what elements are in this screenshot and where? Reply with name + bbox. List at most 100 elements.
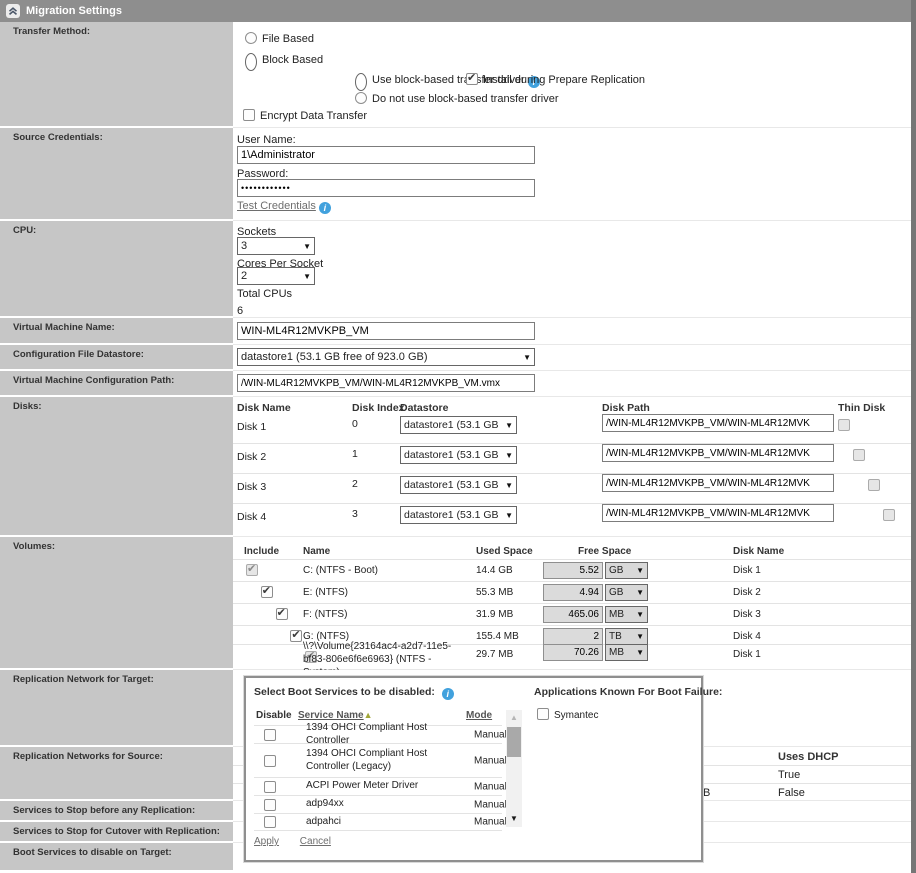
config-datastore-label: Configuration File Datastore: — [0, 345, 233, 371]
service-name: 1394 OHCI Compliant Host Controller (Leg… — [306, 748, 470, 773]
disk-datastore-select[interactable]: datastore1 (53.1 GB free of 923.0 GB)▼ — [400, 476, 517, 494]
use-driver-radio[interactable] — [355, 73, 367, 91]
free-space-input[interactable] — [543, 584, 603, 601]
disable-service-checkbox[interactable] — [264, 799, 276, 811]
migration-settings-panel: Migration Settings Transfer Method: File… — [0, 0, 916, 873]
popup-info-icon[interactable]: i — [442, 688, 454, 700]
block-based-radio[interactable] — [245, 53, 257, 71]
disks-label: Disks: — [0, 397, 233, 537]
cancel-link[interactable]: Cancel — [300, 836, 331, 847]
disk-index: 1 — [352, 448, 358, 460]
collapse-icon[interactable] — [6, 4, 20, 18]
free-space-input[interactable] — [543, 562, 603, 579]
uses-dhcp-value: True — [778, 769, 800, 781]
volume-disk: Disk 1 — [733, 565, 761, 576]
scrollbar-thumb[interactable] — [507, 727, 521, 757]
include-checkbox[interactable] — [261, 586, 273, 598]
disk-path-input[interactable] — [602, 444, 834, 462]
transfer-method-row: Transfer Method: File Based Block Based … — [0, 22, 911, 128]
include-checkbox[interactable] — [290, 630, 302, 642]
service-row: adpahci Manual — [254, 814, 502, 831]
file-based-radio[interactable] — [245, 32, 257, 44]
block-based-label[interactable]: Block Based — [262, 54, 323, 66]
panel-header: Migration Settings — [0, 0, 911, 22]
encrypt-label[interactable]: Encrypt Data Transfer — [260, 110, 367, 122]
source-credentials-row: Source Credentials: User Name: Password:… — [0, 128, 911, 221]
vm-name-input[interactable] — [237, 322, 535, 340]
no-driver-radio[interactable] — [355, 92, 367, 104]
test-credentials-link[interactable]: Test Credentials — [237, 200, 316, 212]
chevron-down-icon: ▼ — [636, 648, 644, 657]
chevron-down-icon: ▼ — [636, 632, 644, 641]
volume-disk: Disk 2 — [733, 587, 761, 598]
no-driver-label[interactable]: Do not use block-based transfer driver — [372, 93, 558, 105]
user-name-label: User Name: — [237, 134, 296, 146]
free-space-unit-select[interactable]: TB▼ — [605, 628, 648, 645]
config-datastore-row: Configuration File Datastore: datastore1… — [0, 345, 911, 371]
thin-disk-checkbox[interactable] — [868, 479, 880, 491]
install-prepare-checkbox[interactable] — [466, 73, 478, 85]
free-space-input[interactable] — [543, 628, 603, 645]
free-space-input[interactable] — [543, 606, 603, 623]
user-name-input[interactable] — [237, 146, 535, 164]
disks-row: Disks: Disk Name Disk Index Datastore Di… — [0, 397, 911, 537]
disks-header-datastore: Datastore — [400, 402, 448, 414]
volume-name: E: (NTFS) — [303, 587, 348, 598]
symantec-checkbox[interactable] — [537, 708, 549, 720]
volume-used: 29.7 MB — [476, 649, 513, 660]
free-space-unit-select[interactable]: MB▼ — [605, 644, 648, 661]
vm-config-path-input[interactable] — [237, 374, 535, 392]
disks-header-thin: Thin Disk — [838, 402, 885, 414]
volume-name: C: (NTFS - Boot) — [303, 565, 378, 576]
disable-service-checkbox[interactable] — [264, 816, 276, 828]
uses-dhcp-value: False — [778, 787, 805, 799]
encrypt-checkbox[interactable] — [243, 109, 255, 121]
disk-name: Disk 1 — [237, 421, 266, 433]
disable-service-checkbox[interactable] — [264, 729, 276, 741]
disable-service-checkbox[interactable] — [264, 781, 276, 793]
thin-disk-checkbox[interactable] — [838, 419, 850, 431]
thin-disk-checkbox[interactable] — [853, 449, 865, 461]
source-credentials-label: Source Credentials: — [0, 128, 233, 221]
symantec-label[interactable]: Symantec — [554, 710, 598, 721]
cores-select[interactable]: 2▼ — [237, 267, 315, 285]
disk-path-input[interactable] — [602, 474, 834, 492]
apply-link[interactable]: Apply — [254, 836, 279, 847]
mode-column-header[interactable]: Mode — [466, 710, 492, 721]
disable-service-checkbox[interactable] — [264, 755, 276, 767]
service-list-scrollbar[interactable]: ▲ ▼ — [506, 710, 522, 827]
truncated-text-fragment: B — [703, 787, 710, 799]
chevron-down-icon: ▼ — [505, 481, 513, 490]
include-checkbox[interactable] — [276, 608, 288, 620]
service-mode: Manual — [474, 755, 507, 766]
free-space-unit-select[interactable]: GB▼ — [605, 562, 648, 579]
include-checkbox[interactable] — [246, 564, 258, 576]
volumes-header-free: Free Space — [578, 546, 631, 557]
volumes-label: Volumes: — [0, 537, 233, 670]
panel-title: Migration Settings — [26, 5, 122, 17]
volumes-header-include: Include — [244, 546, 279, 557]
disk-path-input[interactable] — [602, 504, 834, 522]
disk-datastore-select[interactable]: datastore1 (53.1 GB free of 923.0 GB)▼ — [400, 416, 517, 434]
scroll-down-icon[interactable]: ▼ — [506, 811, 522, 827]
password-input[interactable] — [237, 179, 535, 197]
sockets-select[interactable]: 3▼ — [237, 237, 315, 255]
thin-disk-checkbox[interactable] — [883, 509, 895, 521]
vm-config-path-label: Virtual Machine Configuration Path: — [0, 371, 233, 397]
disk-datastore-select[interactable]: datastore1 (53.1 GB free of 923.0 GB)▼ — [400, 506, 517, 524]
free-space-unit-select[interactable]: MB▼ — [605, 606, 648, 623]
cpu-label: CPU: — [0, 221, 233, 318]
volumes-header-used: Used Space — [476, 546, 533, 557]
repl-source-label: Replication Networks for Source: — [0, 747, 233, 801]
scroll-up-icon[interactable]: ▲ — [506, 710, 522, 726]
vm-name-row: Virtual Machine Name: — [0, 318, 911, 345]
test-credentials-info-icon[interactable]: i — [319, 202, 331, 214]
install-prepare-label[interactable]: Install during Prepare Replication — [483, 74, 645, 86]
free-space-input[interactable] — [543, 644, 603, 661]
config-datastore-select[interactable]: datastore1 (53.1 GB free of 923.0 GB)▼ — [237, 348, 535, 366]
service-name-column-header[interactable]: Service Name — [298, 710, 364, 721]
disk-datastore-select[interactable]: datastore1 (53.1 GB free of 923.0 GB)▼ — [400, 446, 517, 464]
free-space-unit-select[interactable]: GB▼ — [605, 584, 648, 601]
file-based-label[interactable]: File Based — [262, 33, 314, 45]
disk-path-input[interactable] — [602, 414, 834, 432]
